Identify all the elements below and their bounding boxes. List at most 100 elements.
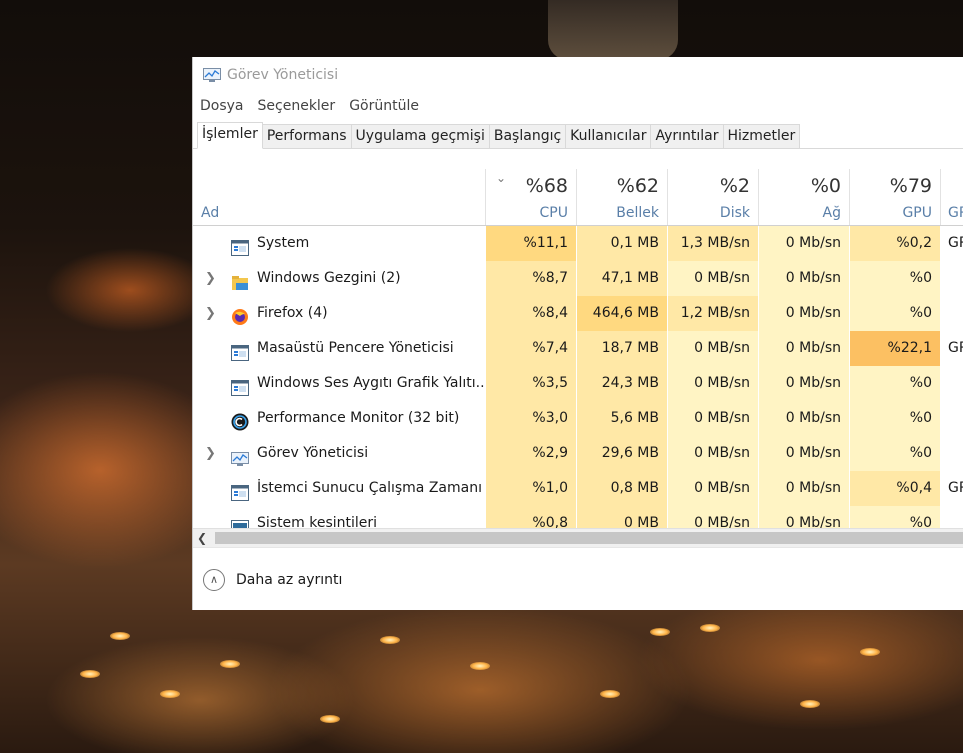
process-name: Windows Gezgini (2) [257, 270, 401, 286]
process-row[interactable]: ❯ Firefox (4) %8,4 464,6 MB 1,2 MB/sn 0 Mb/sn… [193, 296, 963, 331]
process-memory-cell: 24,3 MB [576, 366, 667, 401]
process-gpu-cell: %0 [849, 366, 940, 401]
chevron-right-icon[interactable]: ❯ [205, 261, 216, 296]
process-network-cell: 0 Mb/sn [758, 471, 849, 506]
process-name-cell[interactable]: İstemci Sunucu Çalışma Zamanı ... [193, 471, 485, 506]
menu-view[interactable]: Görüntüle [349, 98, 419, 114]
process-name-cell[interactable]: System [193, 226, 485, 261]
column-header-memory[interactable]: %62 Bellek [576, 169, 667, 225]
column-header-gpu[interactable]: %79 GPU [849, 169, 940, 225]
wallpaper-lamp [800, 700, 820, 708]
process-gpu-cell: %0 [849, 401, 940, 436]
process-row[interactable]: Masaüstü Pencere Yöneticisi %7,4 18,7 MB 0 … [193, 331, 963, 366]
chevron-right-icon[interactable]: ❯ [205, 436, 216, 471]
column-header-disk[interactable]: %2 Disk [667, 169, 758, 225]
process-list: System%11,10,1 MB1,3 MB/sn0 Mb/sn%0,2GP❯… [193, 226, 963, 528]
system-window-icon [231, 375, 249, 396]
wallpaper-lamp [380, 636, 400, 644]
process-row[interactable]: Sistem kesintileri %0,8 0 MB 0 MB/sn 0 Mb/sn… [193, 506, 963, 528]
tab-users[interactable]: Kullanıcılar [565, 124, 652, 148]
wallpaper-lamp [600, 690, 620, 698]
process-name: Windows Ses Aygıtı Grafik Yalıtı... [257, 375, 485, 391]
process-gpu-cell: %0 [849, 296, 940, 331]
process-memory-cell: 0,1 MB [576, 226, 667, 261]
process-gpu-cell: %0,2 [849, 226, 940, 261]
column-header-network[interactable]: %0 Ağ [758, 169, 849, 225]
tab-startup[interactable]: Başlangıç [488, 124, 567, 148]
process-gpu-engine-cell [940, 366, 963, 401]
process-network-cell: 0 Mb/sn [758, 366, 849, 401]
process-row[interactable]: ❯ Windows Gezgini (2) %8,7 47,1 MB 0 MB/sn 0 … [193, 261, 963, 296]
tab-performance[interactable]: Performans [261, 124, 352, 148]
column-header-cpu[interactable]: ⌄ %68 CPU [485, 169, 576, 225]
process-network-cell: 0 Mb/sn [758, 436, 849, 471]
process-cpu-cell: %7,4 [485, 331, 576, 366]
process-name: Firefox (4) [257, 305, 328, 321]
title-bar[interactable]: Görev Yöneticisi [193, 57, 963, 93]
menu-options[interactable]: Seçenekler [258, 98, 336, 114]
process-row[interactable]: Performance Monitor (32 bit) %3,0 5,6 MB 0 … [193, 401, 963, 436]
process-name-cell[interactable]: Masaüstü Pencere Yöneticisi [193, 331, 485, 366]
scrollbar-thumb[interactable] [215, 532, 963, 544]
process-network-cell: 0 Mb/sn [758, 296, 849, 331]
process-memory-cell: 464,6 MB [576, 296, 667, 331]
process-gpu-engine-cell [940, 401, 963, 436]
process-row[interactable]: Windows Ses Aygıtı Grafik Yalıtı... %3,5 2… [193, 366, 963, 401]
process-cpu-cell: %1,0 [485, 471, 576, 506]
fewer-details-label: Daha az ayrıntı [236, 571, 343, 588]
tab-details[interactable]: Ayrıntılar [650, 124, 724, 148]
performance-monitor-icon [231, 410, 249, 431]
wallpaper-lamp [160, 690, 180, 698]
chevron-right-icon[interactable]: ❯ [205, 296, 216, 331]
tab-services[interactable]: Hizmetler [722, 124, 801, 148]
tab-strip: İşlemler Performans Uygulama geçmişi Baş… [193, 119, 963, 149]
chevron-up-icon: ∧ [203, 568, 225, 591]
process-name-cell[interactable]: Performance Monitor (32 bit) [193, 401, 485, 436]
wallpaper-lamp [80, 670, 100, 678]
fewer-details-toggle[interactable]: ∧ Daha az ayrıntı [193, 547, 963, 611]
process-row[interactable]: System %11,10,1 MB1,3 MB/sn0 Mb/sn%0,2GP [193, 226, 963, 261]
process-name-cell[interactable]: Windows Ses Aygıtı Grafik Yalıtı... [193, 366, 485, 401]
cpu-label: CPU [539, 205, 568, 221]
process-name: Sistem kesintileri [257, 515, 378, 528]
column-header-row: Ad ⌄ %68 CPU %62 Bellek %2 Disk %0 Ağ %7… [193, 169, 963, 226]
process-disk-cell: 0 MB/sn [667, 506, 758, 528]
menu-bar: Dosya Seçenekler Görüntüle [193, 93, 963, 119]
process-name-cell[interactable]: ❯ Firefox (4) [193, 296, 485, 331]
disk-label: Disk [719, 205, 750, 221]
window-title: Görev Yöneticisi [227, 67, 339, 83]
process-cpu-cell: %2,9 [485, 436, 576, 471]
column-header-gpu-engine[interactable]: GP [940, 169, 963, 225]
process-name-cell[interactable]: Sistem kesintileri [193, 506, 485, 528]
process-cpu-cell: %8,7 [485, 261, 576, 296]
process-name: Görev Yöneticisi [257, 445, 369, 461]
firefox-icon [231, 305, 249, 325]
process-memory-cell: 18,7 MB [576, 331, 667, 366]
process-gpu-engine-cell [940, 261, 963, 296]
horizontal-scrollbar[interactable]: ❮ [193, 528, 963, 547]
process-disk-cell: 1,3 MB/sn [667, 226, 758, 261]
memory-total: %62 [616, 175, 659, 197]
system-window-icon [231, 340, 249, 361]
process-cpu-cell: %0,8 [485, 506, 576, 528]
scroll-left-icon[interactable]: ❮ [197, 529, 207, 547]
wallpaper-lamp [650, 628, 670, 636]
menu-file[interactable]: Dosya [200, 98, 244, 114]
process-gpu-engine-cell: GP [940, 331, 963, 366]
tab-app-history[interactable]: Uygulama geçmişi [350, 124, 490, 148]
process-gpu-cell: %0 [849, 506, 940, 528]
tab-processes[interactable]: İşlemler [197, 122, 263, 149]
system-window-icon [231, 480, 249, 501]
process-network-cell: 0 Mb/sn [758, 331, 849, 366]
process-row[interactable]: ❯ Görev Yöneticisi %2,9 29,6 MB 0 MB/sn 0 Mb/… [193, 436, 963, 471]
process-name-cell[interactable]: ❯ Görev Yöneticisi [193, 436, 485, 471]
wallpaper-lamp [320, 715, 340, 723]
process-gpu-cell: %0 [849, 436, 940, 471]
network-total: %0 [810, 175, 841, 197]
process-name-cell[interactable]: ❯ Windows Gezgini (2) [193, 261, 485, 296]
wallpaper-statue [548, 0, 678, 60]
column-header-name[interactable]: Ad [193, 169, 485, 225]
process-row[interactable]: İstemci Sunucu Çalışma Zamanı ... %1,0 0,8… [193, 471, 963, 506]
process-gpu-engine-cell: GP [940, 471, 963, 506]
process-disk-cell: 0 MB/sn [667, 366, 758, 401]
